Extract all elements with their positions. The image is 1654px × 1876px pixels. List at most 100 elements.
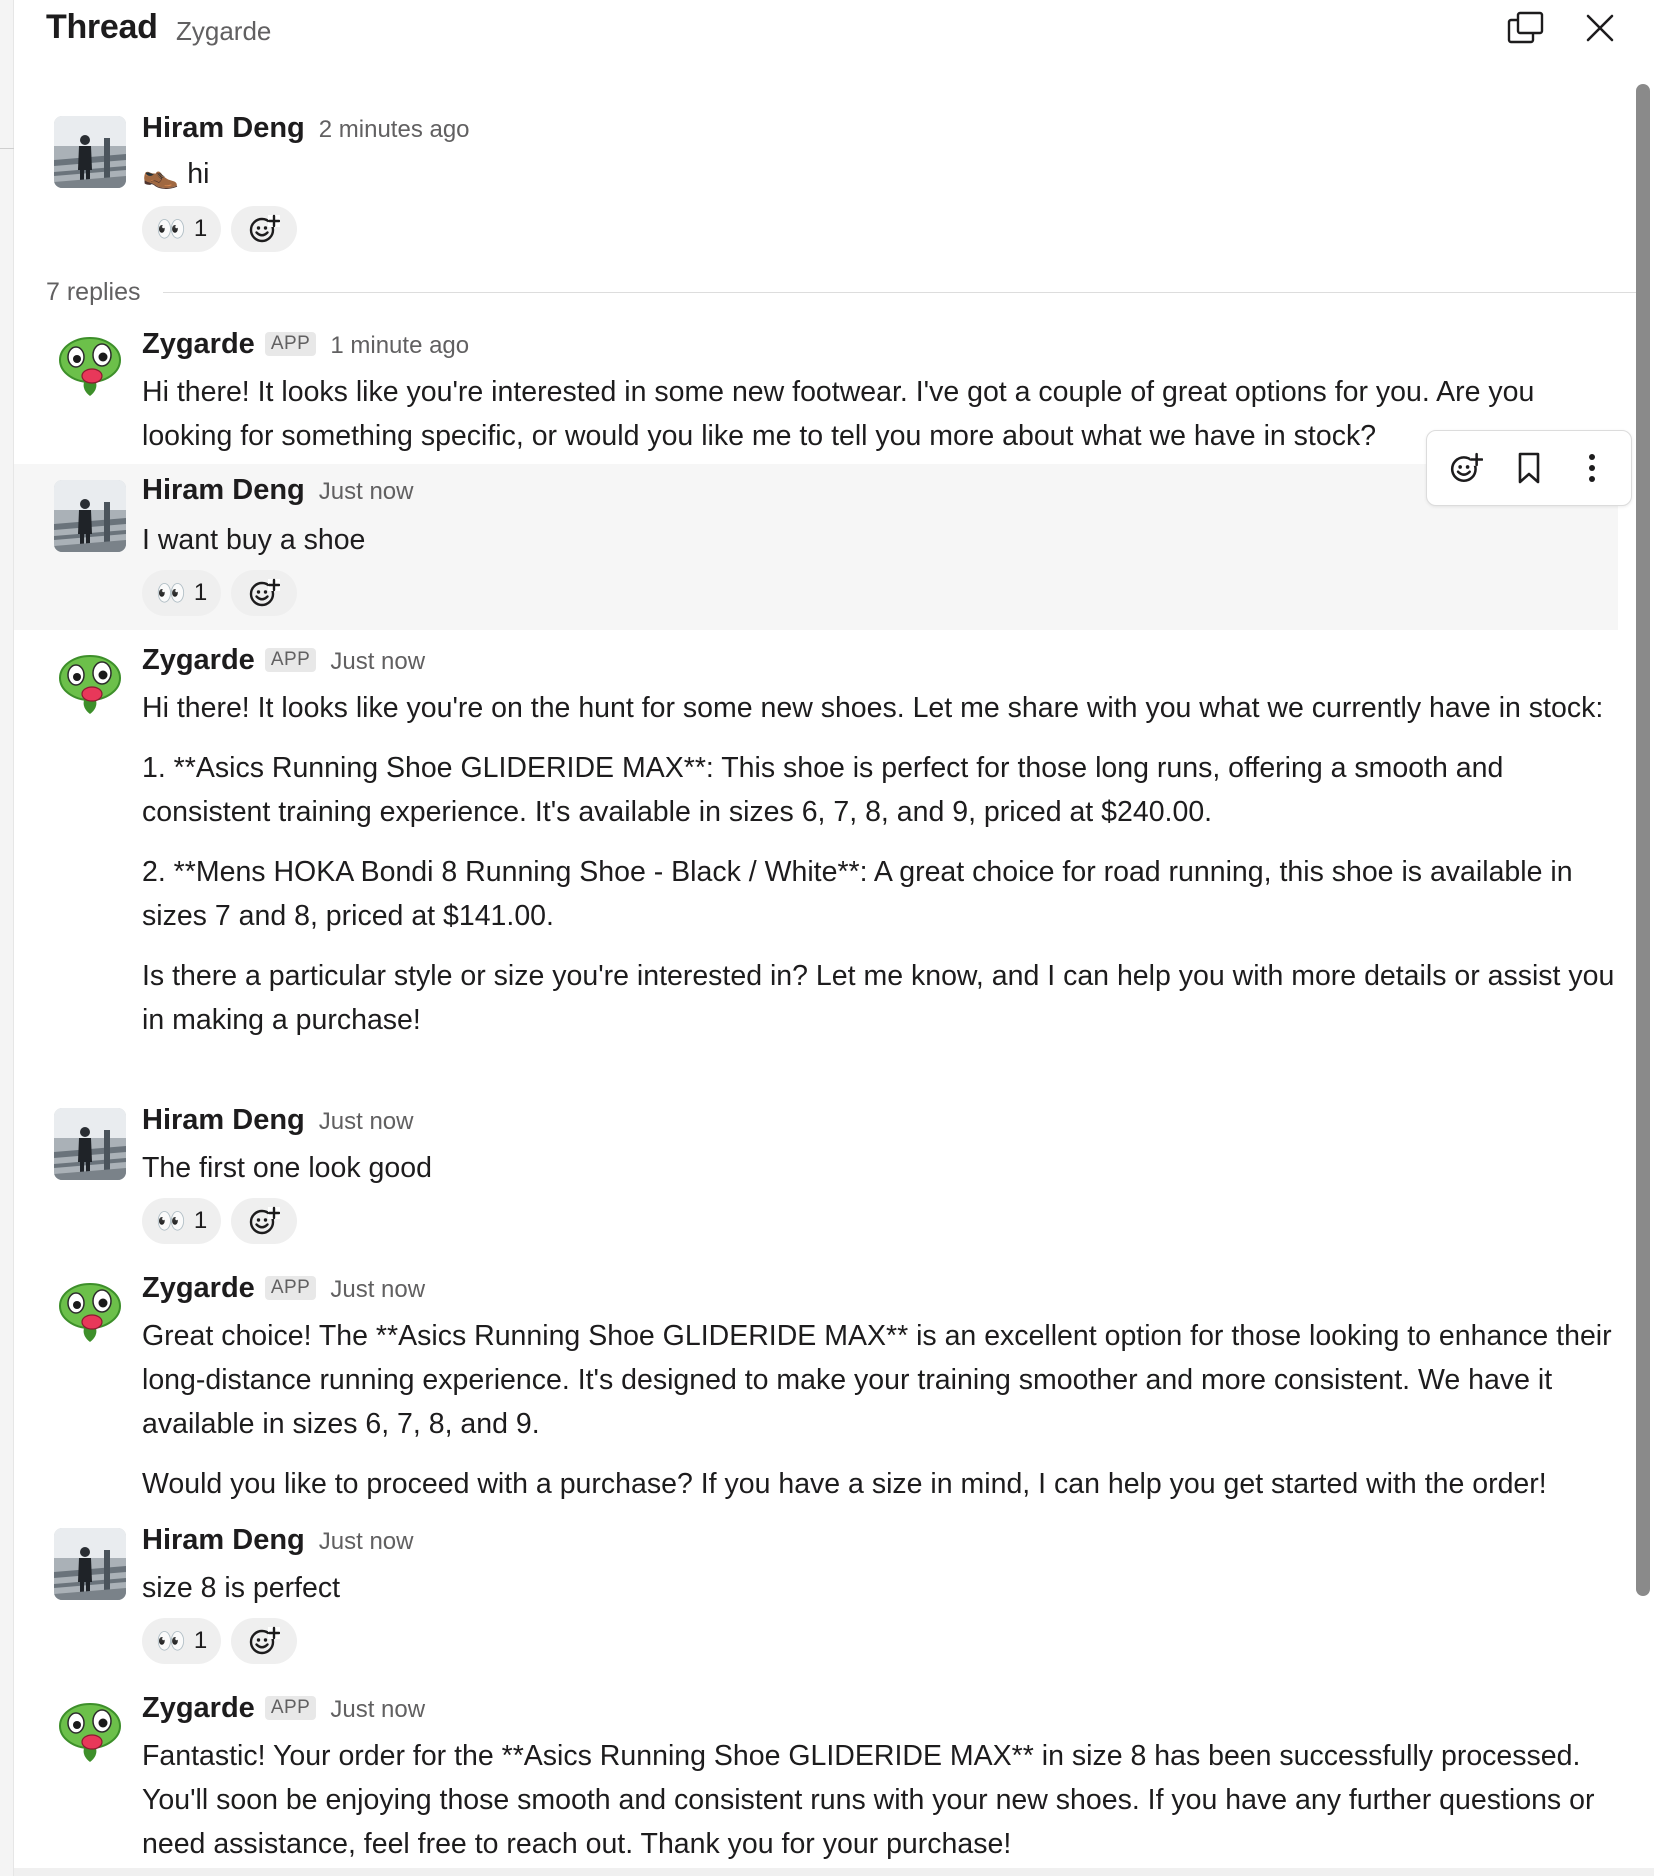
message-timestamp[interactable]: Just now <box>330 648 425 676</box>
add-reaction-button[interactable] <box>231 1618 298 1664</box>
reaction-eyes[interactable]: 👀 1 <box>142 206 222 252</box>
message-paragraph: Is there a particular style or size you'… <box>142 960 1615 1036</box>
message-body: The first one look good <box>142 1146 1622 1190</box>
reactions-bar: 👀 1 <box>142 570 298 616</box>
reaction-count: 1 <box>193 1207 208 1234</box>
reaction-count: 1 <box>193 1627 208 1654</box>
eyes-emoji: 👀 <box>156 215 186 243</box>
eyes-emoji: 👀 <box>156 579 186 607</box>
reaction-eyes[interactable]: 👀 1 <box>142 1198 222 1244</box>
close-thread-button[interactable] <box>1576 6 1624 50</box>
add-reaction-icon <box>248 1205 280 1237</box>
add-reaction-button[interactable] <box>231 206 298 252</box>
message-timestamp[interactable]: Just now <box>330 1276 425 1304</box>
more-actions-icon <box>1588 454 1595 482</box>
message-item[interactable]: Zygarde APP Just now Great choice! The *… <box>14 1272 1618 1516</box>
message-timestamp[interactable]: Just now <box>319 1528 414 1556</box>
message-timestamp[interactable]: Just now <box>330 1696 425 1724</box>
replies-count: 7 replies <box>46 278 141 306</box>
divider-line <box>162 292 1636 293</box>
scrollbar-thumb[interactable] <box>1636 84 1650 1596</box>
thread-title: Thread <box>46 8 158 46</box>
message-author[interactable]: Hiram Deng <box>142 1104 305 1137</box>
avatar[interactable] <box>54 1108 126 1180</box>
message-paragraph: 1. **Asics Running Shoe GLIDERIDE MAX**:… <box>142 752 1504 828</box>
message-item[interactable]: Zygarde APP Just now Fantastic! Your ord… <box>14 1692 1618 1868</box>
message-paragraph: Would you like to proceed with a purchas… <box>142 1468 1547 1500</box>
message-paragraph: Great choice! The **Asics Running Shoe G… <box>142 1320 1612 1440</box>
message-paragraph: size 8 is perfect <box>142 1572 340 1604</box>
app-badge: APP <box>264 1696 317 1720</box>
message-body: Fantastic! Your order for the **Asics Ru… <box>142 1734 1622 1866</box>
replies-divider: 7 replies <box>46 278 1636 307</box>
reaction-count: 1 <box>193 579 208 606</box>
reactions-bar: 👀 1 <box>142 1618 298 1664</box>
message-author[interactable]: Hiram Deng <box>142 474 305 507</box>
message-item[interactable]: Zygarde APP 1 minute ago Hi there! It lo… <box>14 318 1618 464</box>
avatar[interactable] <box>54 1696 126 1768</box>
message-timestamp[interactable]: Just now <box>319 478 414 506</box>
message-item[interactable]: Zygarde APP Just now Hi there! It looks … <box>14 638 1618 1094</box>
add-reaction-button[interactable] <box>231 570 298 616</box>
message-author[interactable]: Zygarde <box>142 328 255 361</box>
message-body: Great choice! The **Asics Running Shoe G… <box>142 1314 1622 1506</box>
bookmark-icon <box>1518 452 1540 484</box>
app-badge: APP <box>264 332 317 356</box>
thread-channel-name[interactable]: Zygarde <box>176 16 271 47</box>
add-reaction-icon <box>248 213 280 245</box>
avatar[interactable] <box>54 480 126 552</box>
avatar[interactable] <box>54 116 126 188</box>
message-paragraph: I want buy a shoe <box>142 524 366 556</box>
message-paragraph: Fantastic! Your order for the **Asics Ru… <box>142 1740 1595 1860</box>
message-actions-toolbar <box>1426 430 1632 506</box>
message-timestamp[interactable]: 1 minute ago <box>330 332 469 360</box>
message-timestamp[interactable]: Just now <box>319 1108 414 1136</box>
thread-panel: Thread Zygarde Hiram Deng 2 minutes ago … <box>14 0 1654 1876</box>
avatar[interactable] <box>54 1528 126 1600</box>
message-paragraph: 2. **Mens HOKA Bondi 8 Running Shoe - Bl… <box>142 856 1573 932</box>
message-body: 👞 hi <box>142 152 1622 196</box>
message-item[interactable]: Hiram Deng Just now size 8 is perfect 👀 … <box>14 1524 1618 1684</box>
save-for-later-button[interactable] <box>1503 442 1555 494</box>
avatar[interactable] <box>54 1276 126 1348</box>
reactions-bar: 👀 1 <box>142 1198 298 1244</box>
avatar[interactable] <box>54 648 126 720</box>
message-item[interactable]: Hiram Deng Just now The first one look g… <box>14 1104 1618 1264</box>
avatar[interactable] <box>54 330 126 402</box>
message-paragraph: The first one look good <box>142 1152 432 1184</box>
message-item-hovered[interactable]: Hiram Deng Just now I want buy a shoe 👀 … <box>14 464 1618 630</box>
message-author[interactable]: Zygarde <box>142 1272 255 1305</box>
message-text: hi <box>187 158 210 190</box>
message-author[interactable]: Zygarde <box>142 644 255 677</box>
bottom-edge <box>14 1868 1654 1876</box>
reaction-count: 1 <box>193 215 208 242</box>
reactions-bar: 👀 1 <box>142 206 298 252</box>
reaction-eyes[interactable]: 👀 1 <box>142 570 222 616</box>
popout-icon <box>1507 11 1544 44</box>
message-author[interactable]: Hiram Deng <box>142 112 305 145</box>
message-timestamp[interactable]: 2 minutes ago <box>319 116 470 144</box>
add-reaction-icon <box>248 577 280 609</box>
message-paragraph: Hi there! It looks like you're intereste… <box>142 376 1535 452</box>
left-pane-divider <box>0 148 14 149</box>
toolbar-add-reaction-button[interactable] <box>1440 442 1492 494</box>
message-body: Hi there! It looks like you're on the hu… <box>142 686 1622 1042</box>
app-badge: APP <box>264 648 317 672</box>
message-author[interactable]: Hiram Deng <box>142 1524 305 1557</box>
shoe-emoji: 👞 <box>142 157 180 190</box>
more-actions-button[interactable] <box>1566 442 1618 494</box>
message-author[interactable]: Zygarde <box>142 1692 255 1725</box>
eyes-emoji: 👀 <box>156 1627 186 1655</box>
eyes-emoji: 👀 <box>156 1207 186 1235</box>
reaction-eyes[interactable]: 👀 1 <box>142 1618 222 1664</box>
parent-message[interactable]: Hiram Deng 2 minutes ago 👞 hi 👀 1 <box>14 100 1618 270</box>
close-icon <box>1586 14 1614 42</box>
app-badge: APP <box>264 1276 317 1300</box>
message-paragraph: Hi there! It looks like you're on the hu… <box>142 692 1604 724</box>
message-body: I want buy a shoe <box>142 518 1622 562</box>
add-reaction-icon <box>1449 451 1483 485</box>
message-body: Hi there! It looks like you're intereste… <box>142 370 1622 458</box>
add-reaction-button[interactable] <box>231 1198 298 1244</box>
open-in-new-window-button[interactable] <box>1502 6 1550 50</box>
message-body: size 8 is perfect <box>142 1566 1622 1610</box>
